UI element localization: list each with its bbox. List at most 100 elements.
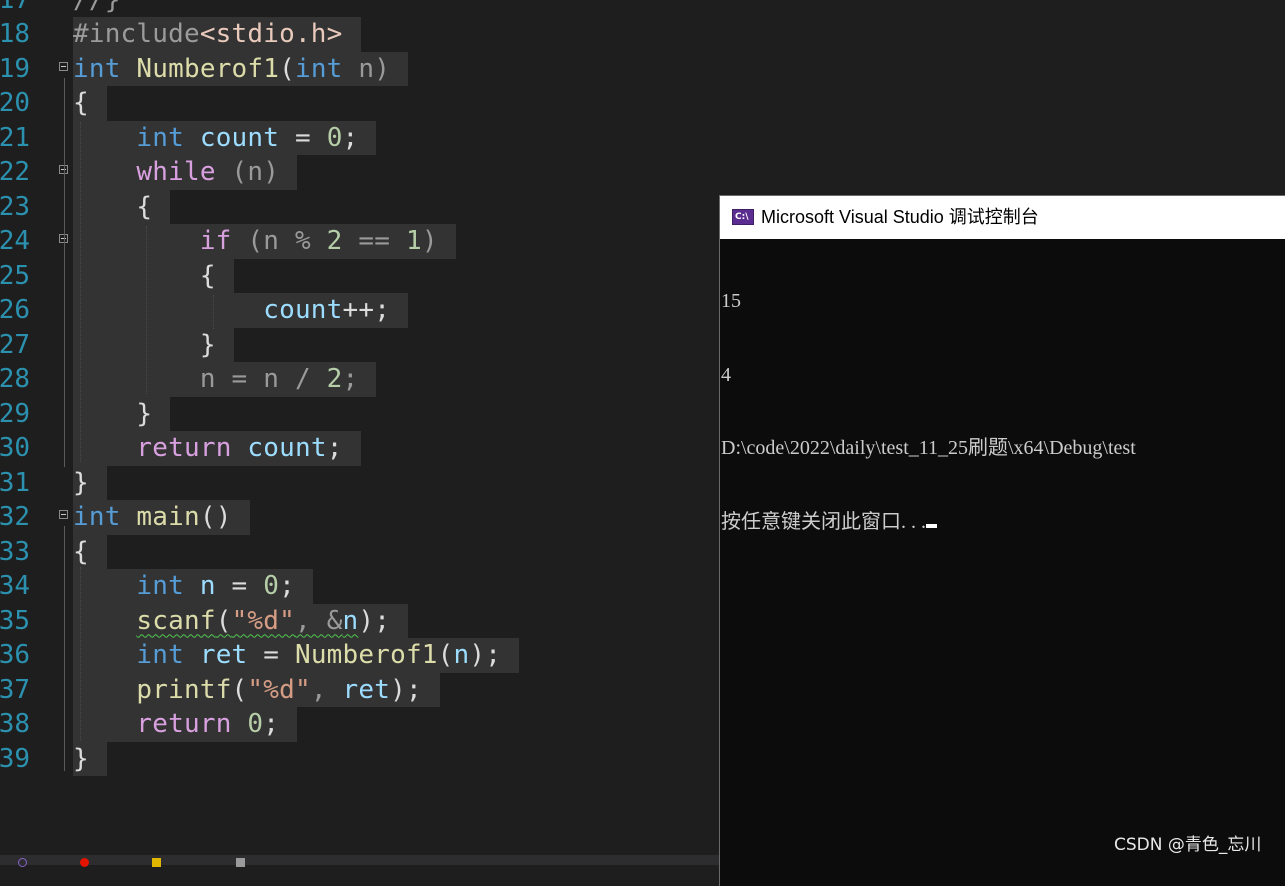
- code-token: Numberof1: [294, 640, 438, 670]
- code-line[interactable]: 18 #include<stdio.h>: [0, 17, 1285, 52]
- code-text: int n = 0;: [73, 569, 313, 604]
- console-titlebar[interactable]: C:\ Microsoft Visual Studio 调试控制台: [720, 196, 1285, 239]
- fold-region-line: [64, 78, 65, 467]
- indent-guide: [80, 567, 81, 741]
- line-number: 28: [0, 364, 30, 394]
- code-text: {: [73, 258, 234, 293]
- code-token: count: [263, 295, 343, 325]
- line-number: 31: [0, 467, 30, 498]
- code-token: ==: [342, 226, 406, 256]
- code-token: count: [247, 433, 327, 463]
- debug-console-window[interactable]: C:\ Microsoft Visual Studio 调试控制台 15 4 D…: [719, 195, 1285, 886]
- code-token: 2: [326, 226, 343, 256]
- line-number: 38: [0, 709, 30, 739]
- line-number: 20: [0, 88, 30, 118]
- line-number: 32: [0, 502, 30, 532]
- code-token: while: [136, 157, 216, 187]
- fold-collapse-icon[interactable]: [59, 61, 68, 71]
- code-token: ;: [342, 364, 359, 394]
- code-text: {: [73, 86, 107, 121]
- line-number: 33: [0, 536, 30, 567]
- code-token: }: [73, 467, 89, 498]
- code-line[interactable]: 22 while (n): [0, 155, 1285, 190]
- code-token: ;: [279, 571, 295, 601]
- code-token: {: [136, 191, 153, 222]
- code-line[interactable]: 20 {: [0, 86, 1285, 121]
- console-output[interactable]: 15 4 D:\code\2022\daily\test_11_25刷题\x64…: [721, 240, 1136, 583]
- code-line[interactable]: 19 int Numberof1(int n): [0, 51, 1285, 86]
- code-token: 0: [326, 122, 343, 153]
- code-token: main: [136, 502, 200, 532]
- code-token: ;: [263, 709, 280, 739]
- code-token: int: [294, 53, 343, 84]
- code-token: ret: [199, 640, 248, 670]
- code-token: #include: [73, 19, 200, 49]
- code-text: scanf("%d", &n);: [73, 603, 409, 638]
- code-token: int: [136, 122, 184, 153]
- line-number: 34: [0, 571, 30, 601]
- code-text: printf("%d", ret);: [73, 672, 440, 707]
- code-text: #include<stdio.h>: [73, 17, 361, 52]
- code-token: <stdio.h>: [199, 19, 343, 49]
- code-token: =: [279, 122, 327, 153]
- code-token: (: [215, 605, 232, 636]
- code-token: (: [279, 53, 295, 84]
- console-app-icon-glyph: C:\: [735, 212, 749, 222]
- code-line[interactable]: 17 //}: [0, 0, 1285, 17]
- code-line[interactable]: 21 int count = 0;: [0, 120, 1285, 155]
- code-token: int: [73, 53, 121, 84]
- code-token: , &: [294, 605, 343, 636]
- code-text: int Numberof1(int n): [73, 51, 409, 86]
- code-token: ,: [310, 674, 343, 705]
- code-token: n = n /: [199, 364, 327, 394]
- code-token: {: [199, 260, 216, 291]
- line-number: 21: [0, 122, 30, 153]
- code-token: return: [136, 709, 232, 739]
- code-token: scanf: [136, 605, 216, 636]
- navigate-up-icon[interactable]: [236, 858, 245, 867]
- line-number: 22: [0, 157, 30, 187]
- code-token: }: [199, 329, 216, 360]
- fold-region-line: [64, 526, 65, 771]
- console-output-line: 按任意键关闭此窗口. . .: [721, 510, 1136, 535]
- code-token: );: [358, 605, 391, 636]
- code-token: count: [199, 122, 280, 153]
- line-number: 18: [0, 19, 30, 49]
- code-token: 0: [247, 709, 264, 739]
- warning-icon[interactable]: [152, 858, 161, 867]
- console-title: Microsoft Visual Studio 调试控制台: [761, 207, 1039, 227]
- code-token: ;: [326, 433, 343, 463]
- code-text: }: [73, 396, 171, 431]
- code-token: 0: [263, 571, 280, 601]
- code-token: return: [136, 433, 232, 463]
- code-token: (): [199, 502, 232, 532]
- line-number: 36: [0, 640, 30, 670]
- code-token: (n %: [231, 226, 327, 256]
- code-token: n: [342, 605, 359, 636]
- code-token: if: [199, 226, 232, 256]
- code-token: ): [421, 226, 438, 256]
- code-text: }: [73, 327, 234, 362]
- code-token: int: [136, 571, 184, 601]
- line-number: 25: [0, 260, 30, 291]
- code-text: return 0;: [73, 707, 298, 742]
- code-token: {: [73, 536, 89, 567]
- fold-collapse-icon[interactable]: [59, 510, 68, 519]
- git-icon[interactable]: [18, 858, 27, 867]
- code-text: int main(): [73, 500, 250, 535]
- code-token: (n): [215, 157, 280, 187]
- indent-guide: [146, 226, 147, 394]
- code-text: }: [73, 465, 107, 500]
- line-number: 26: [0, 295, 30, 325]
- error-icon[interactable]: [80, 858, 89, 867]
